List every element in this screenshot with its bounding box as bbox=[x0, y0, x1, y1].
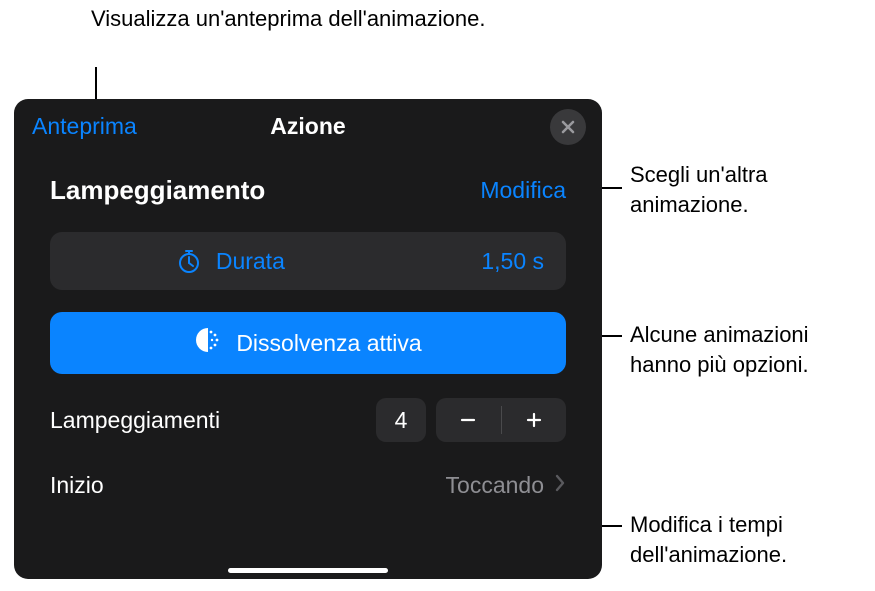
blinks-stepper-controls bbox=[436, 398, 566, 442]
callout-preview: Visualizza un'anteprima dell'animazione. bbox=[91, 4, 485, 34]
duration-label: Durata bbox=[216, 248, 482, 275]
blinks-value: 4 bbox=[376, 398, 426, 442]
dissolve-icon bbox=[194, 326, 222, 360]
animation-name-label: Lampeggiamento bbox=[50, 175, 265, 206]
blinks-row: Lampeggiamenti 4 bbox=[50, 398, 566, 442]
blinks-label: Lampeggiamenti bbox=[50, 407, 376, 434]
panel-header: Anteprima Azione bbox=[14, 103, 602, 151]
stepper-increment[interactable] bbox=[502, 398, 567, 442]
blinks-stepper: 4 bbox=[376, 398, 566, 442]
close-button[interactable] bbox=[550, 109, 586, 145]
start-row[interactable]: Inizio Toccando bbox=[50, 472, 566, 499]
callout-modify: Scegli un'altra animazione. bbox=[630, 160, 875, 219]
dissolve-option-button[interactable]: Dissolvenza attiva bbox=[50, 312, 566, 374]
chevron-right-icon bbox=[554, 474, 566, 497]
animation-panel: Anteprima Azione Lampeggiamento Modifica… bbox=[14, 99, 602, 579]
plus-icon bbox=[524, 410, 544, 430]
duration-slider[interactable]: Durata 1,50 s bbox=[50, 232, 566, 290]
stepper-decrement[interactable] bbox=[436, 398, 501, 442]
timer-icon bbox=[176, 248, 202, 274]
callout-start: Modifica i tempi dell'animazione. bbox=[630, 510, 875, 569]
panel-title: Azione bbox=[270, 113, 345, 140]
home-grabber bbox=[228, 568, 388, 573]
duration-value: 1,50 s bbox=[481, 248, 544, 275]
start-label: Inizio bbox=[50, 472, 446, 499]
minus-icon bbox=[458, 410, 478, 430]
option-button-label: Dissolvenza attiva bbox=[236, 330, 421, 357]
preview-button[interactable]: Anteprima bbox=[32, 113, 137, 140]
animation-subheader: Lampeggiamento Modifica bbox=[14, 151, 602, 214]
close-icon bbox=[560, 119, 576, 135]
modify-animation-button[interactable]: Modifica bbox=[480, 177, 566, 204]
start-value: Toccando bbox=[446, 472, 544, 499]
callout-options: Alcune animazioni hanno più opzioni. bbox=[630, 320, 875, 379]
